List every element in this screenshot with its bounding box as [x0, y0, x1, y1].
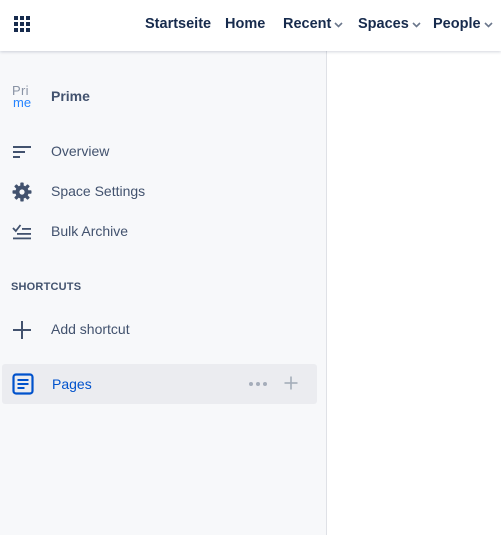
- nav-home[interactable]: Home: [225, 0, 265, 48]
- space-sidebar: Pri me Prime Overview Space Settings Bul…: [0, 51, 327, 535]
- nav-label: Spaces: [358, 16, 409, 32]
- bulk-archive-icon: [12, 222, 32, 242]
- more-actions-icon[interactable]: [249, 382, 269, 386]
- sidebar-item-bulk-archive[interactable]: Bulk Archive: [0, 211, 316, 251]
- chevron-down-icon: [334, 16, 343, 32]
- gear-icon: [12, 182, 32, 202]
- space-header[interactable]: Pri me Prime: [12, 83, 90, 110]
- chevron-down-icon: [483, 16, 493, 32]
- sidebar-item-space-settings[interactable]: Space Settings: [0, 171, 316, 211]
- nav-label: People: [433, 16, 481, 32]
- sidebar-item-label: Overview: [51, 143, 110, 159]
- nav-recent-dropdown[interactable]: Recent: [283, 0, 343, 48]
- sidebar-item-label: Pages: [52, 376, 92, 392]
- nav-label: Recent: [283, 16, 332, 32]
- app-switcher-icon[interactable]: [13, 15, 31, 33]
- add-shortcut-button[interactable]: Add shortcut: [0, 309, 316, 349]
- add-page-icon[interactable]: [284, 376, 298, 390]
- space-logo: Pri me: [12, 83, 34, 110]
- space-logo-line2: me: [13, 95, 32, 110]
- sidebar-item-pages[interactable]: Pages: [2, 364, 317, 404]
- main-content-area: [327, 51, 501, 535]
- top-navigation-bar: Startseite Home Recent Spaces People: [0, 0, 501, 51]
- sidebar-item-label: Bulk Archive: [51, 223, 129, 239]
- nav-startseite[interactable]: Startseite: [145, 0, 211, 48]
- space-name: Prime: [51, 88, 90, 104]
- shortcuts-section-title: SHORTCUTS: [11, 281, 82, 293]
- sidebar-item-label: Space Settings: [51, 183, 146, 199]
- pages-icon: [12, 373, 34, 395]
- plus-icon: [12, 320, 32, 340]
- nav-label: Home: [225, 16, 266, 32]
- sidebar-item-label: Add shortcut: [51, 321, 130, 337]
- overview-icon: [12, 142, 32, 162]
- nav-spaces-dropdown[interactable]: Spaces: [358, 0, 421, 48]
- sidebar-item-overview[interactable]: Overview: [0, 131, 316, 171]
- nav-label: Startseite: [145, 16, 212, 32]
- chevron-down-icon: [412, 16, 421, 32]
- nav-people-dropdown[interactable]: People: [433, 0, 493, 48]
